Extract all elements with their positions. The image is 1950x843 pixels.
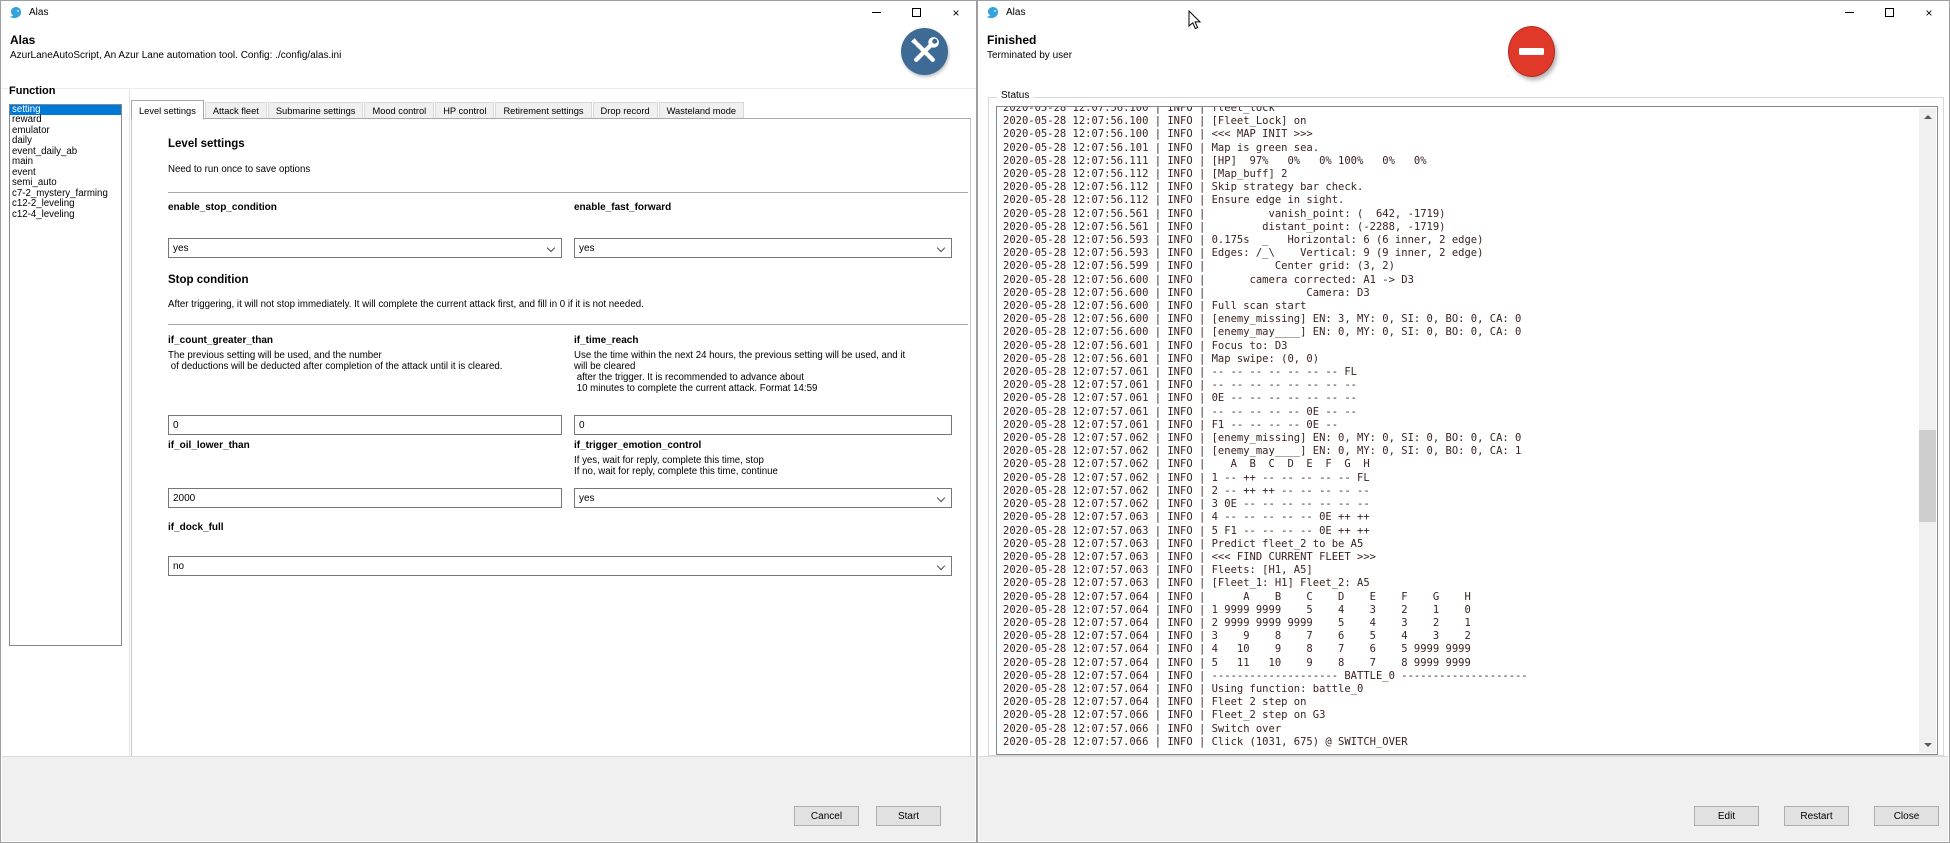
settings-tab[interactable]: Mood control bbox=[364, 102, 434, 119]
chevron-down-icon bbox=[937, 244, 945, 252]
log-text: 2020-05-28 12:07:56.100 | INFO | fleet_l… bbox=[1003, 106, 1919, 749]
footer-bar bbox=[2, 756, 975, 841]
log-scrollbar[interactable] bbox=[1919, 108, 1936, 753]
level-settings-page: Level settings Need to run once to save … bbox=[131, 118, 971, 758]
enable-stop-condition-select[interactable]: yes bbox=[168, 238, 562, 258]
chevron-down-icon bbox=[937, 494, 945, 502]
settings-tab[interactable]: Submarine settings bbox=[268, 102, 364, 119]
status-subtitle: Terminated by user bbox=[987, 50, 1072, 61]
function-listbox[interactable]: settingrewardemulatordailyevent_daily_ab… bbox=[9, 104, 122, 646]
field-label-if-time-reach: if_time_reach bbox=[574, 335, 638, 346]
cancel-button[interactable]: Cancel bbox=[794, 806, 859, 826]
function-list-label: Function bbox=[9, 85, 55, 97]
select-value: yes bbox=[579, 243, 595, 254]
function-list-item[interactable]: c12-4_leveling bbox=[10, 210, 121, 220]
field-label-if-count-greater-than: if_count_greater_than bbox=[168, 335, 273, 346]
close-icon[interactable]: × bbox=[936, 1, 976, 24]
field-label-enable-stop-condition: enable_stop_condition bbox=[168, 202, 277, 213]
page-title: Alas bbox=[10, 33, 35, 47]
close-icon[interactable]: × bbox=[1909, 1, 1949, 24]
field-desc-if-count-greater-than: The previous setting will be used, and t… bbox=[168, 350, 568, 372]
field-label-if-oil-lower-than: if_oil_lower_than bbox=[168, 440, 250, 451]
if-time-reach-input[interactable] bbox=[574, 415, 952, 435]
chevron-down-icon bbox=[547, 244, 555, 252]
edit-button[interactable]: Edit bbox=[1694, 806, 1759, 826]
footer-bar bbox=[979, 756, 1948, 841]
field-desc-if-trigger-emotion-control: If yes, wait for reply, complete this ti… bbox=[574, 455, 959, 477]
scrollbar-thumb[interactable] bbox=[1919, 430, 1936, 522]
minimize-icon[interactable] bbox=[1829, 1, 1869, 24]
section-desc-stop-condition: After triggering, it will not stop immed… bbox=[168, 299, 968, 310]
titlebar: Alas × bbox=[1, 1, 976, 24]
settings-tab[interactable]: Retirement settings bbox=[495, 102, 591, 119]
settings-tab[interactable]: Attack fleet bbox=[205, 102, 267, 119]
settings-tab[interactable]: Wasteland mode bbox=[659, 102, 744, 119]
select-value: yes bbox=[173, 243, 189, 254]
if-dock-full-select[interactable]: no bbox=[168, 556, 952, 576]
select-value: no bbox=[173, 561, 184, 572]
window-title: Alas bbox=[29, 7, 48, 18]
settings-tab[interactable]: HP control bbox=[435, 102, 494, 119]
titlebar: Alas × bbox=[978, 1, 1949, 24]
maximize-icon[interactable] bbox=[1869, 1, 1909, 24]
section-title-level-settings: Level settings bbox=[168, 138, 245, 150]
section-title-stop-condition: Stop condition bbox=[168, 274, 248, 286]
if-oil-lower-than-input[interactable] bbox=[168, 488, 562, 508]
stop-sign-icon bbox=[1508, 26, 1555, 77]
status-title: Finished bbox=[987, 33, 1036, 47]
divider bbox=[168, 324, 968, 325]
scroll-up-icon[interactable] bbox=[1919, 108, 1936, 125]
desktop: Alas × Alas AzurLaneAutoScript, An Azur … bbox=[0, 0, 1950, 843]
tools-icon bbox=[901, 28, 948, 75]
divider bbox=[168, 192, 968, 193]
enable-fast-forward-select[interactable]: yes bbox=[574, 238, 952, 258]
minimize-icon[interactable] bbox=[856, 1, 896, 24]
settings-tab[interactable]: Drop record bbox=[593, 102, 658, 119]
maximize-icon[interactable] bbox=[896, 1, 936, 24]
field-label-enable-fast-forward: enable_fast_forward bbox=[574, 202, 671, 213]
start-button[interactable]: Start bbox=[876, 806, 941, 826]
window-title: Alas bbox=[1006, 7, 1025, 18]
header-divider bbox=[1, 88, 976, 89]
settings-tab[interactable]: Level settings bbox=[131, 100, 204, 120]
chevron-down-icon bbox=[937, 562, 945, 570]
settings-tabstrip: Level settingsAttack fleetSubmarine sett… bbox=[131, 99, 971, 119]
close-button[interactable]: Close bbox=[1874, 806, 1939, 826]
select-value: yes bbox=[579, 493, 595, 504]
window-alas-config: Alas × Alas AzurLaneAutoScript, An Azur … bbox=[0, 0, 977, 843]
log-output[interactable]: 2020-05-28 12:07:56.100 | INFO | fleet_l… bbox=[996, 106, 1938, 755]
field-desc-if-time-reach: Use the time within the next 24 hours, t… bbox=[574, 350, 959, 394]
function-list-item[interactable]: c12-2_leveling bbox=[10, 199, 121, 209]
restart-button[interactable]: Restart bbox=[1784, 806, 1849, 826]
app-icon bbox=[9, 6, 23, 20]
field-label-if-dock-full: if_dock_full bbox=[168, 522, 224, 533]
field-label-if-trigger-emotion-control: if_trigger_emotion_control bbox=[574, 440, 701, 451]
status-group-label: Status bbox=[997, 90, 1033, 101]
if-trigger-emotion-control-select[interactable]: yes bbox=[574, 488, 952, 508]
scroll-down-icon[interactable] bbox=[1919, 736, 1936, 753]
mouse-cursor bbox=[1188, 10, 1202, 31]
if-count-greater-than-input[interactable] bbox=[168, 415, 562, 435]
app-icon bbox=[986, 6, 1000, 20]
section-desc-level-settings: Need to run once to save options bbox=[168, 164, 310, 175]
sidebar-divider bbox=[129, 89, 130, 758]
page-subtitle: AzurLaneAutoScript, An Azur Lane automat… bbox=[10, 50, 341, 61]
